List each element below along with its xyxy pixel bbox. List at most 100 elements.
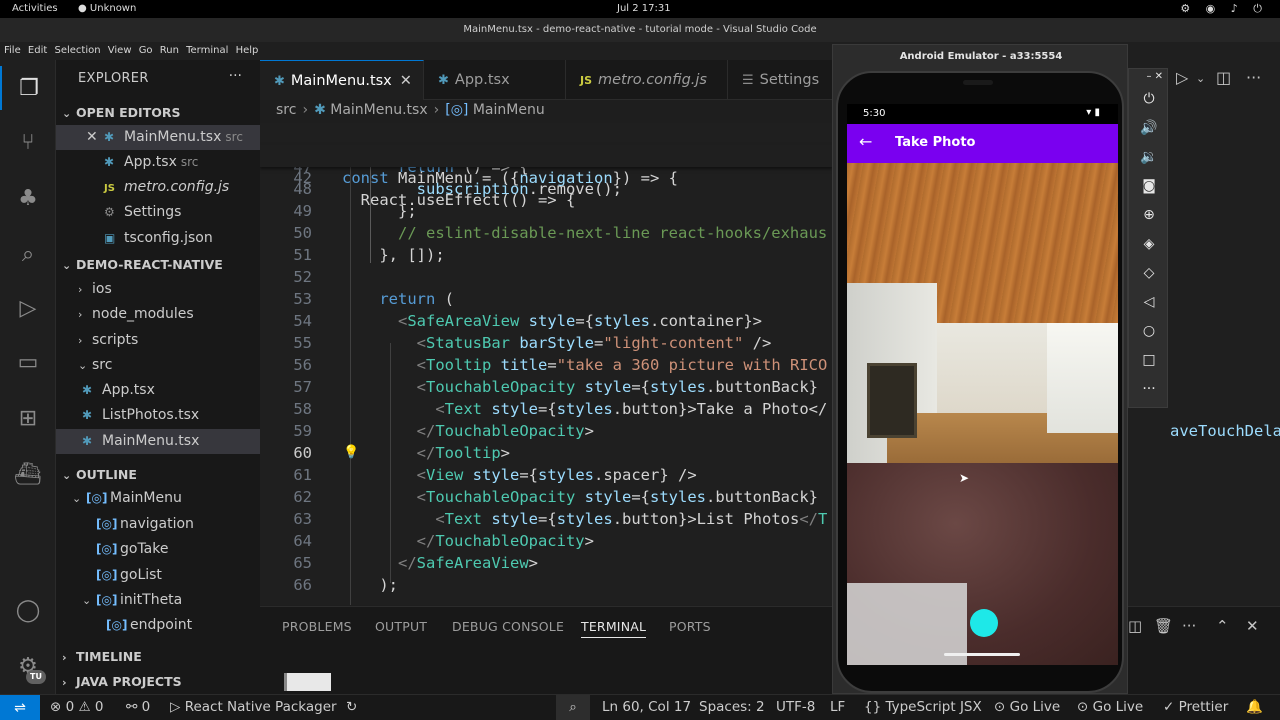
more-actions-icon[interactable]: ··· [1182, 617, 1196, 635]
code-line[interactable]: 55 <StatusBar barStyle="light-content" /… [260, 332, 832, 354]
open-editor-settings[interactable]: ⚙ Settings [56, 200, 260, 225]
power-icon[interactable]: ⏻ [1129, 85, 1169, 113]
split-editor-icon[interactable]: ◫ [1216, 68, 1231, 87]
encoding[interactable]: UTF-8 [776, 699, 815, 715]
folder-ios[interactable]: › ios [56, 277, 260, 302]
home-icon[interactable]: ○ [1129, 317, 1169, 345]
code-line[interactable]: 57 <TouchableOpacity style={styles.butto… [260, 376, 832, 398]
code-line[interactable]: 54 <SafeAreaView style={styles.container… [260, 310, 832, 332]
more-options-icon[interactable]: ··· [1129, 375, 1169, 403]
sticky-line[interactable]: 15 const MainMenu = ({navigation}) => { [260, 123, 832, 187]
code-line[interactable]: 64 </TouchableOpacity> [260, 530, 832, 552]
tab-terminal[interactable]: TERMINAL [581, 619, 647, 638]
tab-output[interactable]: OUTPUT [375, 619, 427, 634]
tab-settings[interactable]: ☰ Settings [728, 60, 832, 100]
menu-view[interactable]: View [106, 42, 134, 56]
maximize-panel-icon[interactable]: ⌃ [1216, 617, 1229, 635]
trash-icon[interactable]: 🗑 [1154, 617, 1173, 635]
close-icon[interactable]: ✕ [86, 125, 104, 150]
explorer-icon[interactable]: ❐ [0, 66, 56, 110]
remote-explorer-icon[interactable]: ▭ [0, 340, 56, 384]
more-actions-icon[interactable]: ··· [1246, 68, 1261, 87]
code-line[interactable]: 66 ); [260, 574, 832, 596]
sticky-line[interactable]: 42 React.useEffect(() => { [260, 145, 832, 209]
tab-metro[interactable]: JS metro.config.js [566, 60, 728, 100]
outline-mainmenu[interactable]: ⌄ [◎] MainMenu [56, 486, 260, 511]
tab-mainmenu[interactable]: ✱ MainMenu.tsx ✕ [260, 60, 424, 100]
project-section[interactable]: ⌄ DEMO-REACT-NATIVE [56, 252, 260, 277]
menu-file[interactable]: File [0, 42, 23, 56]
run-icon[interactable]: ▷ [1176, 68, 1188, 87]
cursor-position[interactable]: Ln 60, Col 17 [602, 699, 691, 715]
phone-screen[interactable]: 5:30 ▾ ▮ ← Take Photo ➤ [847, 104, 1118, 665]
source-control-icon[interactable]: ⑂ [0, 120, 56, 164]
menu-terminal[interactable]: Terminal [184, 42, 230, 56]
focused-app-menu[interactable]: ● Unknown [78, 3, 136, 14]
go-live-button-2[interactable]: ⊙ Go Live [1077, 699, 1143, 715]
outline-inittheta[interactable]: ⌄ [◎] initTheta [56, 588, 260, 613]
more-actions-icon[interactable]: ··· [229, 68, 242, 84]
lightbulb-icon[interactable]: 💡 [343, 442, 359, 464]
file-listphotos[interactable]: ✱ ListPhotos.tsx [56, 403, 260, 428]
menu-selection[interactable]: Selection [52, 42, 102, 56]
tab-app[interactable]: ✱ App.tsx [424, 60, 566, 100]
split-terminal-icon[interactable]: ◫ [1128, 617, 1142, 635]
sync-icon[interactable]: ↻ [346, 699, 357, 715]
account-icon[interactable]: ◯ [0, 588, 56, 632]
outline-gotake[interactable]: [◎] goTake [56, 537, 260, 562]
volume-up-icon[interactable]: 🔊 [1129, 114, 1169, 142]
menu-help[interactable]: Help [234, 42, 261, 56]
code-line[interactable]: 53 return ( [260, 288, 832, 310]
code-line[interactable]: 58 <Text style={styles.button}>Take a Ph… [260, 398, 832, 420]
code-line[interactable]: 50 // eslint-disable-next-line react-hoo… [260, 222, 832, 244]
tree-icon[interactable]: ♣ [0, 176, 56, 220]
indentation[interactable]: Spaces: 2 [699, 699, 765, 715]
run-debug-icon[interactable]: ▷ [0, 286, 56, 330]
folder-node-modules[interactable]: › node_modules [56, 302, 260, 327]
breadcrumb-item[interactable]: src [276, 102, 296, 118]
overview-icon[interactable]: □ [1129, 346, 1169, 374]
home-gesture-bar[interactable] [944, 653, 1020, 656]
terminal-cursor[interactable] [284, 673, 331, 691]
rotate-right-icon[interactable]: ◇ [1129, 259, 1169, 287]
problems-status[interactable]: ⊗ 0 ⚠ 0 [50, 699, 103, 715]
code-line[interactable]: 59 </TouchableOpacity> [260, 420, 832, 442]
code-editor[interactable]: 47 return () => {48 subscription.remove(… [260, 123, 832, 605]
prettier-status[interactable]: ✓ Prettier [1163, 699, 1228, 715]
chevron-down-icon[interactable]: ⌄ [1196, 72, 1205, 85]
shutter-button[interactable] [970, 609, 998, 637]
tab-ports[interactable]: PORTS [669, 619, 711, 634]
close-icon[interactable]: ✕ [400, 73, 412, 89]
code-line[interactable]: 61 <View style={styles.spacer} /> [260, 464, 832, 486]
open-editor-tsconfig[interactable]: ▣ tsconfig.json [56, 226, 260, 251]
open-editors-section[interactable]: ⌄ OPEN EDITORS [56, 100, 260, 125]
volume-down-icon[interactable]: 🔉 [1129, 143, 1169, 171]
menu-edit[interactable]: Edit [26, 42, 49, 56]
back-icon[interactable]: ◁ [1129, 288, 1169, 316]
code-line[interactable]: 52 [260, 266, 832, 288]
breadcrumb-item[interactable]: MainMenu.tsx [330, 102, 427, 118]
outline-section[interactable]: ⌄ OUTLINE [56, 462, 260, 487]
rotate-left-icon[interactable]: ◈ [1129, 230, 1169, 258]
open-editor-mainmenu[interactable]: ✕ ✱ MainMenu.tsx src [56, 125, 260, 150]
tab-debug-console[interactable]: DEBUG CONSOLE [452, 619, 564, 634]
language-mode[interactable]: {} TypeScript JSX [864, 699, 982, 715]
file-app[interactable]: ✱ App.tsx [56, 378, 260, 403]
outline-navigation[interactable]: [◎] navigation [56, 512, 260, 537]
zoom-icon[interactable]: ⌕ [556, 695, 590, 720]
close-panel-icon[interactable]: ✕ [1246, 617, 1259, 635]
activities-button[interactable]: Activities [12, 3, 58, 14]
packager-status[interactable]: ▷ React Native Packager [170, 699, 337, 715]
remote-indicator-icon[interactable]: ⇌ [0, 695, 40, 720]
tab-problems[interactable]: PROBLEMS [282, 619, 352, 634]
open-editor-metro[interactable]: JS metro.config.js [56, 175, 260, 200]
folder-scripts[interactable]: › scripts [56, 328, 260, 353]
code-line[interactable]: 65 </SafeAreaView> [260, 552, 832, 574]
java-projects-section[interactable]: › JAVA PROJECTS [56, 669, 260, 694]
notifications-bell-icon[interactable]: 🔔 [1246, 699, 1263, 715]
system-tray[interactable]: ⚙ ◉ ♪ ⏻ [1180, 2, 1268, 16]
extensions-icon[interactable]: ⊞ [0, 396, 56, 440]
code-line[interactable]: 63 <Text style={styles.button}>List Phot… [260, 508, 832, 530]
clock[interactable]: Jul 2 17:31 [617, 3, 671, 14]
zoom-icon[interactable]: ⊕ [1129, 201, 1169, 229]
